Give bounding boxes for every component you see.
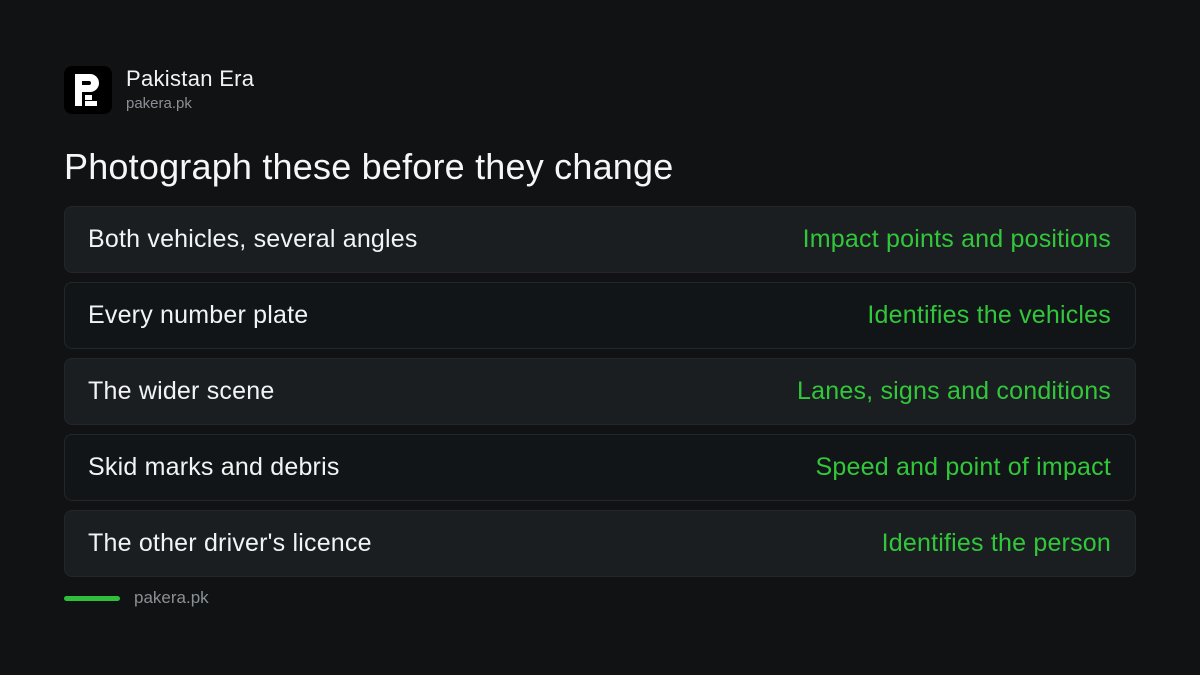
pakera-logo-icon [64, 66, 112, 114]
page-title: Photograph these before they change [64, 146, 674, 187]
list-item: The wider scene Lanes, signs and conditi… [64, 358, 1136, 425]
item-label: The wider scene [88, 377, 275, 405]
item-note: Identifies the vehicles [867, 301, 1111, 329]
brand-header: Pakistan Era pakera.pk [64, 66, 254, 114]
item-label: Both vehicles, several angles [88, 225, 418, 253]
list-item: Both vehicles, several angles Impact poi… [64, 206, 1136, 273]
item-label: Every number plate [88, 301, 309, 329]
footer-site: pakera.pk [134, 588, 209, 607]
list-item: The other driver's licence Identifies th… [64, 510, 1136, 577]
brand-name: Pakistan Era [126, 66, 255, 91]
checklist: Both vehicles, several angles Impact poi… [64, 206, 1136, 586]
list-item: Every number plate Identifies the vehicl… [64, 282, 1136, 349]
item-label: The other driver's licence [88, 529, 372, 557]
item-label: Skid marks and debris [88, 453, 340, 481]
list-item: Skid marks and debris Speed and point of… [64, 434, 1136, 501]
footer: pakera.pk [64, 588, 209, 608]
item-note: Impact points and positions [802, 225, 1111, 253]
accent-bar [64, 595, 120, 601]
brand-site: pakera.pk [126, 95, 192, 112]
item-note: Identifies the person [881, 529, 1111, 557]
item-note: Lanes, signs and conditions [797, 377, 1111, 405]
item-note: Speed and point of impact [815, 453, 1111, 481]
brand-text: Pakistan Era pakera.pk [126, 66, 254, 114]
